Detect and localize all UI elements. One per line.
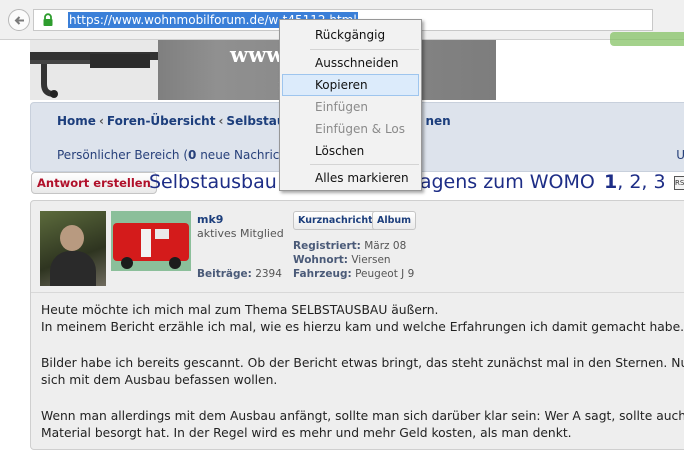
user-vehicle: Fahrzeug: Peugeot J 9 bbox=[293, 268, 414, 280]
new-messages-label: neue Nachricht bbox=[196, 148, 292, 162]
lock-icon bbox=[43, 13, 53, 26]
van-window-shape bbox=[155, 229, 169, 239]
van-door-shape bbox=[141, 229, 151, 257]
menu-separator bbox=[310, 49, 419, 50]
personal-area-label: Persönlicher Bereich ( bbox=[57, 148, 189, 162]
back-button[interactable] bbox=[8, 9, 30, 31]
breadcrumb-tail[interactable]: nen bbox=[425, 114, 450, 128]
post-count: Beiträge: 2394 bbox=[197, 268, 282, 280]
location-label: Wohnort: bbox=[293, 254, 348, 266]
post-text-line: Bilder habe ich bereits gescannt. Ob der… bbox=[41, 356, 684, 370]
breadcrumb-selbstausbau[interactable]: Selbstau bbox=[226, 114, 285, 128]
location-value: Viersen bbox=[351, 254, 391, 266]
van-body-shape bbox=[113, 223, 189, 261]
page-link-3[interactable]: 3 bbox=[654, 171, 666, 193]
menu-item-paste[interactable]: Einfügen bbox=[282, 96, 419, 118]
post-count-value: 2394 bbox=[255, 268, 282, 280]
avatar-head-shape bbox=[60, 225, 84, 251]
personal-area-link[interactable]: Persönlicher Bereich (0 neue Nachricht bbox=[57, 148, 292, 162]
private-message-button[interactable]: Kurznachricht bbox=[293, 211, 378, 230]
breadcrumb-forum-overview[interactable]: Foren-Übersicht bbox=[107, 114, 216, 128]
breadcrumb-home[interactable]: Home bbox=[57, 114, 96, 128]
registered-value: März 08 bbox=[364, 240, 407, 252]
menu-separator bbox=[310, 164, 419, 165]
avatar-body-shape bbox=[50, 251, 96, 286]
pagination: 1, 2, 3 bbox=[604, 171, 666, 193]
menu-item-delete[interactable]: Löschen bbox=[282, 140, 419, 162]
post-text-line: Material besorgt hat. In der Regel wird … bbox=[41, 426, 572, 440]
menu-item-select-all[interactable]: Alles markieren bbox=[282, 167, 419, 189]
van-wheel-shape bbox=[121, 257, 133, 269]
menu-item-undo[interactable]: Rückgängig bbox=[282, 24, 419, 46]
post-text-line: Wenn man allerdings mit dem Ausbau anfän… bbox=[41, 409, 684, 423]
site-banner[interactable]: www.reis ing.de sch bbox=[30, 40, 496, 100]
menu-item-paste-and-go[interactable]: Einfügen & Los bbox=[282, 118, 419, 140]
post-text-line: In meinem Bericht erzähle ich mal, wie e… bbox=[41, 320, 684, 334]
forum-post: mk9 aktives Mitglied Beiträge: 2394 Kurz… bbox=[30, 200, 684, 450]
post-text-line: sich mit dem Ausbau befassen wollen. bbox=[41, 373, 278, 387]
user-location: Wohnort: Viersen bbox=[293, 254, 391, 266]
vehicle-value: Peugeot J 9 bbox=[355, 268, 415, 280]
user-rank: aktives Mitglied bbox=[197, 227, 284, 240]
vehicle-photo[interactable] bbox=[111, 211, 191, 271]
nav-right-link[interactable]: U bbox=[676, 148, 684, 162]
browser-window: https://www.wohnmobilforum.de/w-t45112.h… bbox=[0, 0, 684, 450]
registered-label: Registriert: bbox=[293, 240, 361, 252]
page-link-2[interactable]: 2 bbox=[629, 171, 641, 193]
breadcrumb-separator: ‹ bbox=[98, 114, 104, 128]
breadcrumb-separator: ‹ bbox=[218, 114, 224, 128]
album-button[interactable]: Album bbox=[372, 211, 417, 230]
post-divider bbox=[31, 292, 684, 293]
post-text-line: Heute möchte ich mich mal zum Thema SELB… bbox=[41, 303, 439, 317]
post-count-label: Beiträge: bbox=[197, 268, 252, 280]
van-wheel-shape bbox=[169, 257, 181, 269]
user-avatar[interactable] bbox=[40, 211, 106, 286]
back-arrow-icon bbox=[14, 16, 24, 25]
vehicle-label: Fahrzeug: bbox=[293, 268, 352, 280]
tow-hitch-image bbox=[30, 40, 158, 100]
context-menu: Rückgängig Ausschneiden Kopieren Einfüge… bbox=[279, 19, 422, 191]
green-button-edge[interactable] bbox=[610, 32, 684, 46]
post-username[interactable]: mk9 bbox=[197, 213, 223, 226]
reply-button[interactable]: Antwort erstellen bbox=[31, 172, 157, 194]
menu-item-cut[interactable]: Ausschneiden bbox=[282, 52, 419, 74]
rss-icon[interactable]: RSS bbox=[674, 176, 684, 190]
menu-item-copy[interactable]: Kopieren bbox=[282, 74, 419, 96]
user-registered: Registriert: März 08 bbox=[293, 240, 406, 252]
page-current: 1 bbox=[604, 171, 618, 193]
